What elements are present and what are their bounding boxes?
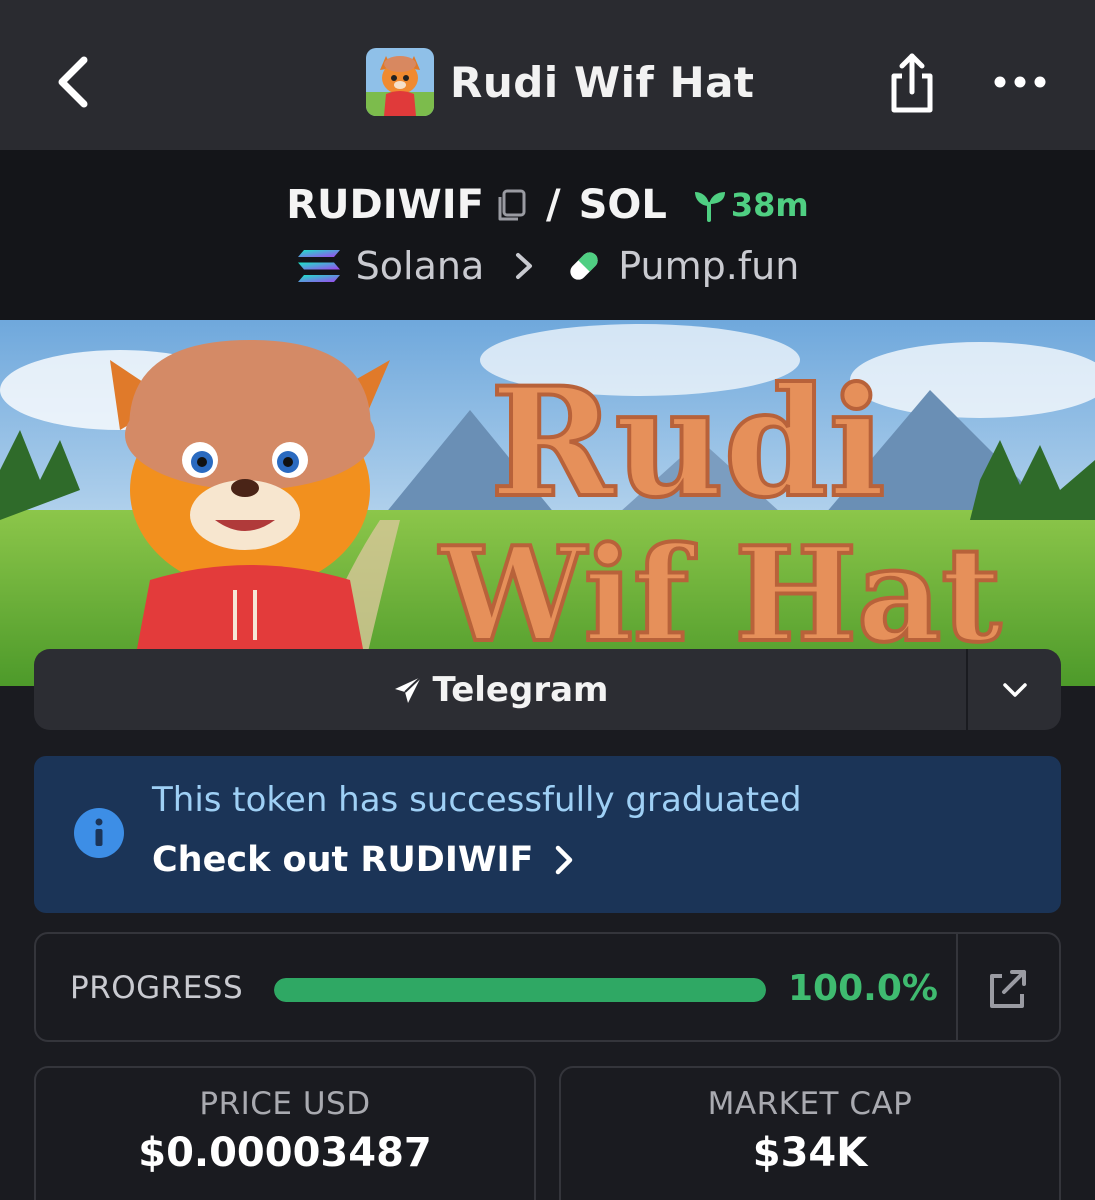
token-avatar (366, 48, 434, 116)
notice-message: This token has successfully graduated (152, 780, 802, 820)
top-nav-bar: Rudi Wif Hat (0, 0, 1095, 150)
pair-separator: / (545, 182, 561, 228)
progress-bar-fill (274, 978, 766, 1002)
market-cap-value: $34K (752, 1130, 868, 1176)
graduated-notice[interactable]: This token has successfully graduated Ch… (34, 756, 1061, 913)
more-horizontal-icon (994, 76, 1046, 88)
paper-plane-icon (394, 675, 422, 703)
price-usd-card: PRICE USD $0.00003487 (34, 1066, 536, 1200)
chain-breadcrumb: Solana Pump.fun (0, 242, 1095, 290)
market-cap-label: MARKET CAP (707, 1086, 913, 1122)
banner-title-line1: Rudi (490, 355, 886, 531)
solana-logo-icon (297, 250, 340, 282)
info-icon (74, 808, 124, 858)
chevron-down-icon (1002, 682, 1027, 697)
chevron-right-icon (516, 253, 533, 279)
back-button[interactable] (48, 52, 104, 112)
price-usd-label: PRICE USD (199, 1086, 371, 1122)
telegram-label: Telegram (432, 669, 609, 710)
quote-token-symbol: SOL (578, 182, 667, 228)
notice-cta-row: Check out RUDIWIF (152, 840, 575, 880)
age-value: 38m (730, 186, 809, 224)
market-cap-card: MARKET CAP $34K (559, 1066, 1061, 1200)
chain-link[interactable]: Solana (356, 244, 485, 288)
token-title: Rudi Wif Hat (366, 48, 755, 116)
base-token-symbol: RUDIWIF (286, 182, 484, 228)
check-out-token-link[interactable]: Check out RUDIWIF (152, 840, 533, 880)
pair-line: RUDIWIF / SOL 38m (0, 180, 1095, 230)
progress-divider (956, 934, 958, 1040)
chevron-right-icon (556, 845, 573, 875)
token-banner-image: Rudi Wif Hat (0, 320, 1095, 686)
share-icon (891, 53, 933, 113)
share-button[interactable] (884, 50, 940, 116)
external-link-icon (990, 970, 1026, 1008)
chevron-left-icon (58, 56, 88, 108)
progress-value: 100.0% (788, 968, 938, 1009)
pill-icon (570, 252, 598, 280)
dex-link[interactable]: Pump.fun (618, 244, 799, 288)
copy-icon (498, 189, 526, 221)
price-usd-value: $0.00003487 (138, 1130, 432, 1176)
more-options-button[interactable] (992, 62, 1048, 102)
bonding-progress-card: PROGRESS 100.0% (34, 932, 1061, 1042)
sprout-icon (694, 192, 725, 222)
progress-bar (274, 978, 766, 1002)
more-links-dropdown[interactable] (968, 649, 1061, 730)
page-title: Rudi Wif Hat (450, 57, 755, 107)
progress-label: PROGRESS (70, 970, 244, 1006)
pair-age: 38m (691, 186, 809, 224)
copy-address-button[interactable] (494, 187, 528, 223)
pair-header: RUDIWIF / SOL 38m Solana Pump.fun (0, 150, 1095, 320)
telegram-link-button[interactable]: Telegram (34, 649, 967, 730)
open-external-button[interactable] (976, 964, 1038, 1014)
